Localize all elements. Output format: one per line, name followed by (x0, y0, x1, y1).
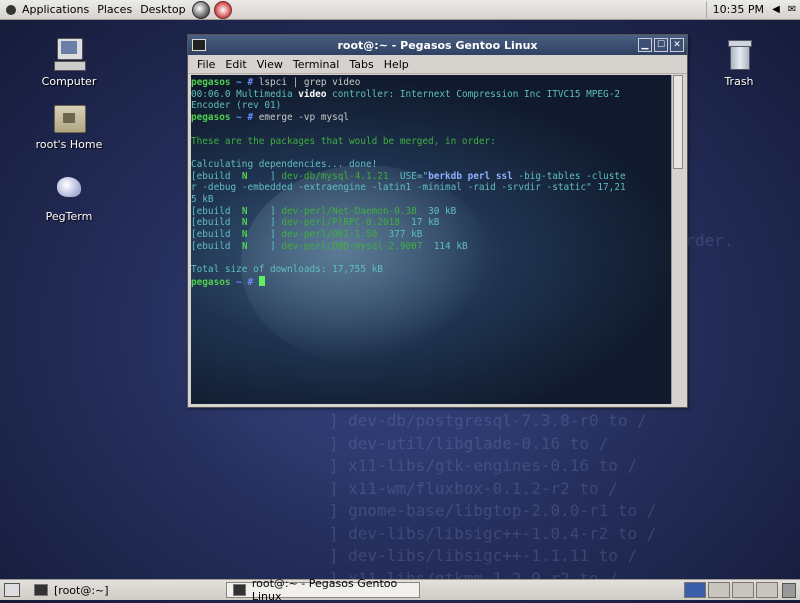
text-cursor (258, 275, 265, 286)
terminal-output[interactable]: pegasos ~ # lspci | grep video 00:06.0 M… (191, 75, 684, 404)
menu-help[interactable]: Help (379, 58, 414, 71)
menu-applications[interactable]: Applications (0, 0, 93, 19)
volume-icon[interactable]: ◀ (769, 3, 783, 17)
pegterm-icon (52, 173, 86, 207)
terminal-scrollbar[interactable] (671, 75, 684, 404)
menu-file[interactable]: File (192, 58, 220, 71)
close-button[interactable]: ✕ (670, 38, 684, 52)
menu-terminal[interactable]: Terminal (288, 58, 345, 71)
workspace-4[interactable] (756, 582, 778, 598)
top-panel: Applications Places Desktop 10:35 PM ◀ ✉ (0, 0, 800, 20)
terminal-window: root@:~ - Pegasos Gentoo Linux ▁ ☐ ✕ Fil… (187, 34, 688, 408)
system-tray: 10:35 PM ◀ ✉ (705, 0, 800, 19)
terminal-window-icon[interactable] (192, 39, 206, 51)
maximize-button[interactable]: ☐ (654, 38, 668, 52)
desktop-icon-computer[interactable]: Computer (29, 38, 109, 88)
menu-desktop[interactable]: Desktop (136, 0, 189, 19)
workspace-1[interactable] (684, 582, 706, 598)
scrollbar-thumb[interactable] (673, 75, 683, 169)
taskbar-item-minimized[interactable]: [root@:~] (28, 582, 218, 598)
workspace-2[interactable] (708, 582, 730, 598)
show-desktop-icon[interactable] (4, 583, 20, 597)
web-browser-launcher-icon[interactable] (191, 0, 210, 19)
window-title: root@:~ - Pegasos Gentoo Linux (337, 38, 538, 52)
desktop-icon-trash[interactable]: Trash (699, 38, 779, 88)
menu-places[interactable]: Places (93, 0, 136, 19)
minimize-button[interactable]: ▁ (638, 38, 652, 52)
desktop-icon-pegterm[interactable]: PegTerm (29, 173, 109, 223)
terminal-task-icon (233, 584, 246, 596)
menu-edit[interactable]: Edit (220, 58, 251, 71)
workspace-3[interactable] (732, 582, 754, 598)
terminal-task-icon (34, 584, 48, 596)
window-titlebar[interactable]: root@:~ - Pegasos Gentoo Linux ▁ ☐ ✕ (188, 35, 687, 55)
gnome-foot-icon (6, 4, 16, 15)
menu-view[interactable]: View (252, 58, 288, 71)
bottom-panel: [root@:~] root@:~ - Pegasos Gentoo Linux (0, 577, 800, 603)
workspace-switcher (682, 582, 778, 598)
menu-tabs[interactable]: Tabs (344, 58, 378, 71)
terminal-text: pegasos ~ # lspci | grep video 00:06.0 M… (191, 77, 626, 288)
computer-icon (52, 38, 86, 72)
desktop-icon-home[interactable]: root's Home (29, 101, 109, 151)
trash-applet-icon[interactable] (782, 583, 796, 598)
terminal-menubar: File Edit View Terminal Tabs Help (188, 55, 687, 74)
home-folder-icon (52, 101, 86, 135)
mail-icon[interactable]: ✉ (785, 3, 799, 17)
trash-icon (722, 38, 756, 72)
taskbar-item-active[interactable]: root@:~ - Pegasos Gentoo Linux (226, 577, 420, 603)
clock[interactable]: 10:35 PM (705, 1, 768, 18)
mail-launcher-icon[interactable] (213, 0, 232, 19)
